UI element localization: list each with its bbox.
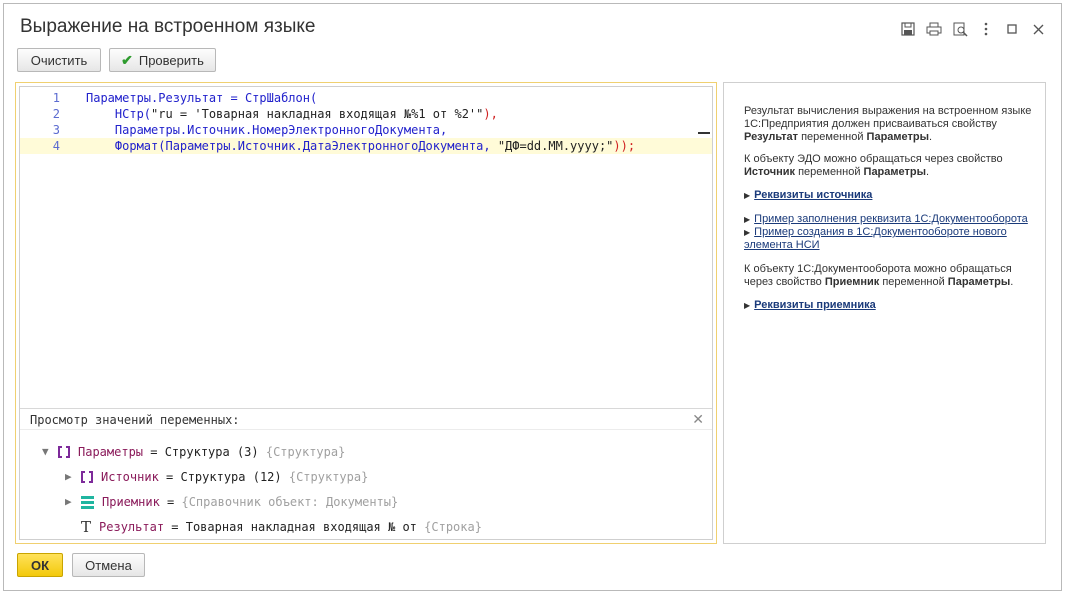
line-number: 1 xyxy=(52,91,60,105)
link-example-create[interactable]: Пример создания в 1С:Документообороте но… xyxy=(744,226,1007,251)
print-icon[interactable] xyxy=(921,18,947,40)
help-link-row: ▶ Пример создания в 1С:Документообороте н… xyxy=(744,226,1034,252)
var-name: Источник xyxy=(101,470,159,484)
triangle-icon: ▶ xyxy=(744,215,751,224)
help-paragraph: К объекту 1С:Документооборота можно обра… xyxy=(744,263,1034,289)
code-token: НСтр( xyxy=(86,107,152,121)
dialog-window: Выражение на встроенном языке Очистить ✔… xyxy=(3,3,1062,591)
preview-icon[interactable] xyxy=(947,18,973,40)
code-line[interactable]: 4 Формат(Параметры.Источник.ДатаЭлектрон… xyxy=(20,138,712,154)
tree-node-priemnik[interactable]: ▶ Приемник = {Справочник объект: Докумен… xyxy=(65,492,398,512)
help-link-row: ▶ Реквизиты источника xyxy=(744,189,1034,202)
help-text: переменной xyxy=(795,166,864,178)
help-bold: Параметры xyxy=(866,131,930,143)
triangle-icon: ▶ xyxy=(744,301,751,310)
var-name: Результат xyxy=(99,520,165,534)
var-name: Параметры xyxy=(78,445,144,459)
var-type: {Справочник объект: Документы} xyxy=(181,495,399,509)
help-text: . xyxy=(926,166,930,178)
help-bold: Параметры xyxy=(863,166,927,178)
clear-button[interactable]: Очистить xyxy=(17,48,101,72)
string-type-icon: T xyxy=(81,518,92,536)
help-bold: Параметры xyxy=(947,276,1011,288)
code-editor-frame: 1 Параметры.Результат = СтрШаблон(2 НСтр(… xyxy=(15,82,717,544)
var-type: {Строка} xyxy=(424,520,482,534)
help-text: . xyxy=(929,131,933,143)
maximize-icon[interactable] xyxy=(999,18,1025,40)
tree-node-rezultat[interactable]: T Результат = Товарная накладная входяща… xyxy=(81,517,482,537)
link-source-attributes[interactable]: Реквизиты источника xyxy=(754,189,872,201)
check-button-label: Проверить xyxy=(138,52,204,68)
tree-node-istochnik[interactable]: ▶ Источник = Структура (12) {Структура} xyxy=(65,467,368,487)
collapse-arrow-icon[interactable]: ▼ xyxy=(42,442,58,462)
tree-node-parametry[interactable]: ▼ Параметры = Структура (3) {Структура} xyxy=(42,442,345,462)
code-line[interactable]: 2 НСтр("ru = 'Товарная накладная входяща… xyxy=(20,106,712,122)
variables-panel-title: Просмотр значений переменных: xyxy=(30,413,240,427)
help-paragraph: Результат вычисления выражения на встрое… xyxy=(744,105,1034,144)
structure-icon xyxy=(81,471,93,483)
expand-arrow-icon[interactable]: ▶ xyxy=(65,492,81,512)
checkmark-icon: ✔ xyxy=(121,51,133,68)
help-panel: Результат вычисления выражения на встрое… xyxy=(723,82,1046,544)
code-token: "ДФ=dd.MM.yyyy;" xyxy=(497,139,614,153)
code-token: Параметры.Результат = СтрШаблон( xyxy=(86,91,318,105)
line-number: 2 xyxy=(52,107,60,121)
var-value: = Товарная накладная входящая № от xyxy=(164,520,425,534)
help-text: переменной xyxy=(798,131,867,143)
help-bold: Источник xyxy=(744,166,796,178)
more-icon[interactable] xyxy=(973,18,999,40)
code-line[interactable]: 1 Параметры.Результат = СтрШаблон( xyxy=(20,90,712,106)
structure-icon xyxy=(58,446,70,458)
save-icon[interactable] xyxy=(895,18,921,40)
var-type: {Структура} xyxy=(265,445,346,459)
code-token: Формат(Параметры.Источник.ДатаЭлектронно… xyxy=(86,139,498,153)
close-icon[interactable] xyxy=(1025,18,1051,40)
triangle-icon: ▶ xyxy=(744,191,751,200)
code-token: "ru = 'Товарная накладная входящая №%1 о… xyxy=(151,107,484,121)
code-area[interactable]: 1 Параметры.Результат = СтрШаблон(2 НСтр(… xyxy=(20,90,712,154)
variables-panel-close-icon[interactable]: ✕ xyxy=(692,409,704,431)
help-bold: Приемник xyxy=(824,276,880,288)
code-token: Параметры.Источник.НомерЭлектронногоДоку… xyxy=(86,123,448,137)
check-button[interactable]: ✔ Проверить xyxy=(109,48,216,72)
line-number: 4 xyxy=(52,139,60,153)
title-toolbar xyxy=(895,18,1051,40)
catalog-icon xyxy=(81,495,94,509)
ok-button[interactable]: ОК xyxy=(17,553,63,577)
help-text: переменной xyxy=(879,276,948,288)
help-paragraph: К объекту ЭДО можно обращаться через сво… xyxy=(744,153,1034,179)
var-name: Приемник xyxy=(102,495,160,509)
var-type: {Структура} xyxy=(288,470,369,484)
help-text: . xyxy=(1010,276,1014,288)
code-editor[interactable]: 1 Параметры.Результат = СтрШаблон(2 НСтр(… xyxy=(19,86,713,540)
line-number: 3 xyxy=(52,123,60,137)
var-value: = xyxy=(159,495,182,509)
link-receiver-attributes[interactable]: Реквизиты приемника xyxy=(754,299,876,311)
code-token: ), xyxy=(483,107,498,121)
triangle-icon: ▶ xyxy=(744,228,751,237)
window-title: Выражение на встроенном языке xyxy=(20,16,316,37)
help-text: К объекту ЭДО можно обращаться через сво… xyxy=(744,153,1003,165)
cancel-button[interactable]: Отмена xyxy=(72,553,145,577)
code-line[interactable]: 3 Параметры.Источник.НомерЭлектронногоДо… xyxy=(20,122,712,138)
var-value: = Структура (3) xyxy=(143,445,266,459)
help-link-row: ▶ Пример заполнения реквизита 1С:Документ… xyxy=(744,213,1034,226)
help-bold: Результат xyxy=(744,131,799,143)
variables-panel-header: Просмотр значений переменных: ✕ xyxy=(20,408,712,430)
help-link-row: ▶ Реквизиты приемника xyxy=(744,299,1034,312)
link-example-fill[interactable]: Пример заполнения реквизита 1С:Документо… xyxy=(754,213,1028,225)
expand-arrow-icon[interactable]: ▶ xyxy=(65,467,81,487)
text-cursor xyxy=(698,132,710,134)
code-token: )); xyxy=(613,139,636,153)
var-value: = Структура (12) xyxy=(158,470,289,484)
help-text: Результат вычисления выражения на встрое… xyxy=(744,105,1032,130)
